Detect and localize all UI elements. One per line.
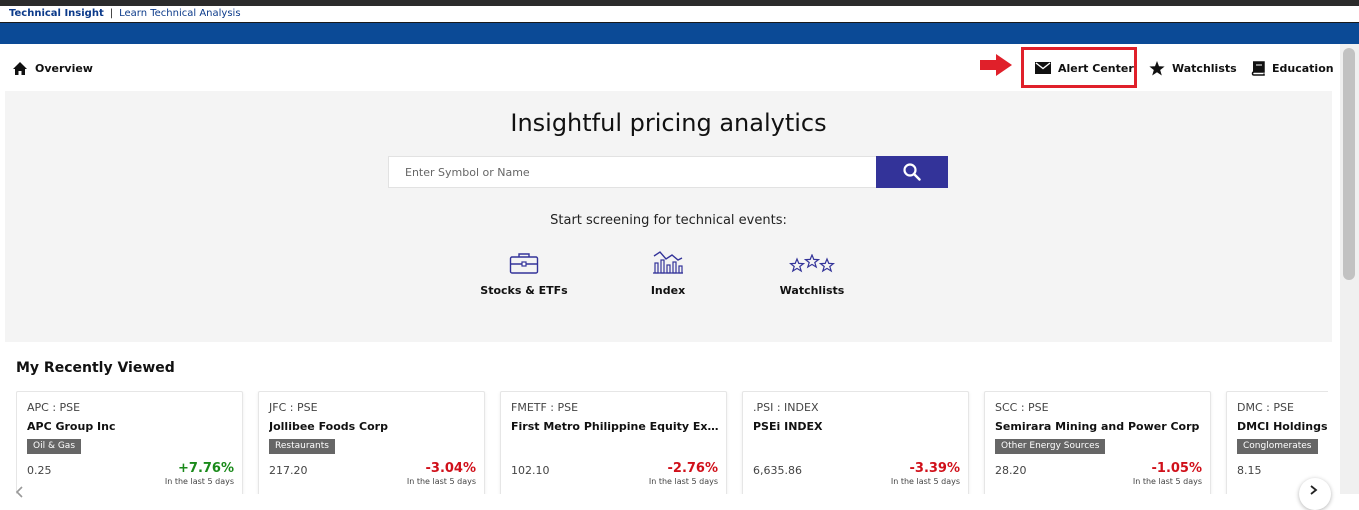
brand-bar xyxy=(0,23,1359,44)
card-name: PSEi INDEX xyxy=(753,420,823,433)
card-change: -2.76% xyxy=(667,461,719,476)
card-price: 6,635.86 xyxy=(753,464,802,477)
card-symbol: JFC : PSE xyxy=(269,401,318,414)
card-name: APC Group Inc xyxy=(27,420,116,433)
card-period: In the last 5 days xyxy=(648,477,718,486)
search-button[interactable] xyxy=(876,156,948,188)
card-price: 0.25 xyxy=(27,464,52,477)
page-scrollbar[interactable] xyxy=(1340,44,1359,494)
card-name: DMCI Holdings Inc xyxy=(1237,420,1328,433)
learn-technical-analysis-link[interactable]: Learn Technical Analysis xyxy=(119,8,240,19)
screen-option-index-label: Index xyxy=(650,284,686,297)
recent-card[interactable]: .PSI : INDEX PSEi INDEX 6,635.86 -3.39% … xyxy=(742,391,969,494)
card-change: -3.39% xyxy=(909,461,961,476)
card-name: First Metro Philippine Equity Exchang… xyxy=(511,420,721,433)
briefcase-icon xyxy=(509,253,539,274)
screen-option-watchlists-label: Watchlists xyxy=(779,284,845,297)
top-links-bar: Technical Insight | Learn Technical Analys… xyxy=(0,6,1359,23)
card-price: 102.10 xyxy=(511,464,550,477)
screen-option-stocks-label: Stocks & ETFs xyxy=(480,284,568,297)
nav-watchlists[interactable]: Watchlists xyxy=(1149,58,1237,78)
screen-option-watchlists[interactable]: Watchlists xyxy=(752,244,872,297)
nav-education[interactable]: Education xyxy=(1251,58,1334,78)
card-period: In the last 5 days xyxy=(406,477,476,486)
star-icon xyxy=(1149,60,1165,75)
main-nav: Overview Alert Center Watchlists Educati… xyxy=(0,44,1340,91)
card-symbol: .PSI : INDEX xyxy=(753,401,819,414)
card-symbol: SCC : PSE xyxy=(995,401,1049,414)
nav-overview-label: Overview xyxy=(35,61,93,75)
card-symbol: FMETF : PSE xyxy=(511,401,579,414)
hero-panel: Insightful pricing analytics Start scree… xyxy=(5,91,1332,342)
card-price: 217.20 xyxy=(269,464,308,477)
symbol-search-input[interactable] xyxy=(388,156,877,188)
index-chart-icon xyxy=(653,251,683,274)
card-name: Semirara Mining and Power Corp xyxy=(995,420,1200,433)
screening-label: Start screening for technical events: xyxy=(550,213,787,228)
arrow-right-icon xyxy=(980,54,1012,76)
card-period: In the last 5 days xyxy=(890,477,960,486)
card-sector-tag: Oil & Gas xyxy=(27,439,82,454)
screen-option-stocks[interactable]: Stocks & ETFs xyxy=(464,244,584,297)
scrollbar-thumb[interactable] xyxy=(1343,48,1355,280)
card-change: -1.05% xyxy=(1151,461,1203,476)
card-symbol: APC : PSE xyxy=(27,401,81,414)
book-icon xyxy=(1251,60,1265,76)
card-name: Jollibee Foods Corp xyxy=(269,420,388,433)
recent-card[interactable]: APC : PSE APC Group Inc Oil & Gas 0.25 +… xyxy=(16,391,243,494)
chevron-left-icon[interactable] xyxy=(12,484,28,500)
recent-card[interactable]: JFC : PSE Jollibee Foods Corp Restaurant… xyxy=(258,391,485,494)
recent-card[interactable]: FMETF : PSE First Metro Philippine Equit… xyxy=(500,391,727,494)
home-icon xyxy=(13,61,27,75)
nav-education-label: Education xyxy=(1272,61,1334,75)
card-change: -3.04% xyxy=(425,461,477,476)
page-title: Insightful pricing analytics xyxy=(510,109,827,137)
carousel-next-button[interactable] xyxy=(1299,478,1331,510)
card-price: 28.20 xyxy=(995,464,1027,477)
search-icon xyxy=(903,163,921,181)
nav-watchlists-label: Watchlists xyxy=(1172,61,1237,75)
card-change: +7.76% xyxy=(178,461,234,476)
card-sector-tag: Restaurants xyxy=(269,439,335,454)
recently-viewed-heading: My Recently Viewed xyxy=(16,360,175,376)
card-symbol: DMC : PSE xyxy=(1237,401,1294,414)
nav-overview[interactable]: Overview xyxy=(12,58,93,78)
card-period: In the last 5 days xyxy=(1132,477,1202,486)
technical-insight-link[interactable]: Technical Insight xyxy=(9,8,104,19)
card-period: In the last 5 days xyxy=(164,477,234,486)
card-price: 8.15 xyxy=(1237,464,1262,477)
link-separator: | xyxy=(109,8,114,19)
alert-center-highlight-box xyxy=(1021,47,1137,88)
card-sector-tag: Other Energy Sources xyxy=(995,439,1106,454)
screen-option-index[interactable]: Index xyxy=(608,244,728,297)
recently-viewed-carousel: APC : PSE APC Group Inc Oil & Gas 0.25 +… xyxy=(16,391,1328,494)
recent-card[interactable]: SCC : PSE Semirara Mining and Power Corp… xyxy=(984,391,1211,494)
stars-outline-icon xyxy=(789,254,835,273)
card-sector-tag: Conglomerates xyxy=(1237,439,1318,454)
